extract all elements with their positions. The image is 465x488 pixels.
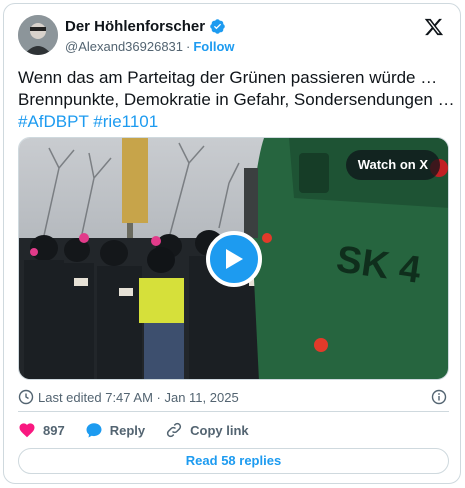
last-edited-text[interactable]: Last edited 7:47 AM · Jan 11, 2025: [38, 390, 239, 405]
info-icon[interactable]: [431, 389, 447, 405]
tweet-text: Wenn das am Parteitag der Grünen passier…: [18, 67, 455, 133]
action-bar: 897 Reply Copy link: [18, 419, 269, 441]
separator-dot: ·: [186, 39, 191, 54]
reply-label: Reply: [109, 422, 146, 438]
play-button[interactable]: [206, 231, 262, 287]
tweet-text-line-2: Brennpunkte, Demokratie in Gefahr, Sonde…: [18, 90, 455, 109]
reply-button[interactable]: Reply: [85, 421, 145, 439]
tweet-hashtags: #AfDBPT #rie1101: [18, 111, 448, 133]
avatar[interactable]: [18, 15, 58, 55]
copy-link-button[interactable]: Copy link: [165, 421, 249, 439]
follow-button[interactable]: Follow: [193, 39, 234, 54]
watch-on-x-button[interactable]: Watch on X: [345, 150, 440, 180]
divider: [18, 411, 449, 412]
x-logo-icon[interactable]: [424, 17, 444, 37]
read-replies-button[interactable]: Read 58 replies: [18, 448, 449, 474]
hashtag-link[interactable]: #rie1101: [93, 112, 158, 131]
author-handle[interactable]: @Alexand36926831: [65, 39, 183, 54]
reply-bubble-icon: [86, 423, 102, 438]
like-count: 897: [43, 422, 65, 438]
heart-icon: [19, 423, 35, 438]
author-display-name[interactable]: Der Höhlenforscher: [65, 18, 205, 35]
author-handle-row: @Alexand36926831 · Follow: [65, 39, 235, 54]
author-name-row: Der Höhlenforscher: [65, 18, 226, 35]
tweet-text-line-1: Wenn das am Parteitag der Grünen passier…: [18, 68, 438, 87]
play-icon: [226, 249, 243, 269]
clock-icon: [18, 389, 34, 405]
edit-info-row: Last edited 7:47 AM · Jan 11, 2025: [18, 385, 449, 409]
like-button[interactable]: 897: [18, 421, 65, 439]
hashtag-link[interactable]: #AfDBPT: [18, 112, 89, 131]
video-thumbnail[interactable]: SK 4 Watch on X: [18, 137, 449, 380]
verified-badge-icon: [210, 19, 225, 34]
copy-link-label: Copy link: [190, 422, 249, 438]
tweet-card: Der Höhlenforscher @Alexand36926831 · Fo…: [3, 3, 461, 484]
link-icon: [167, 422, 182, 438]
